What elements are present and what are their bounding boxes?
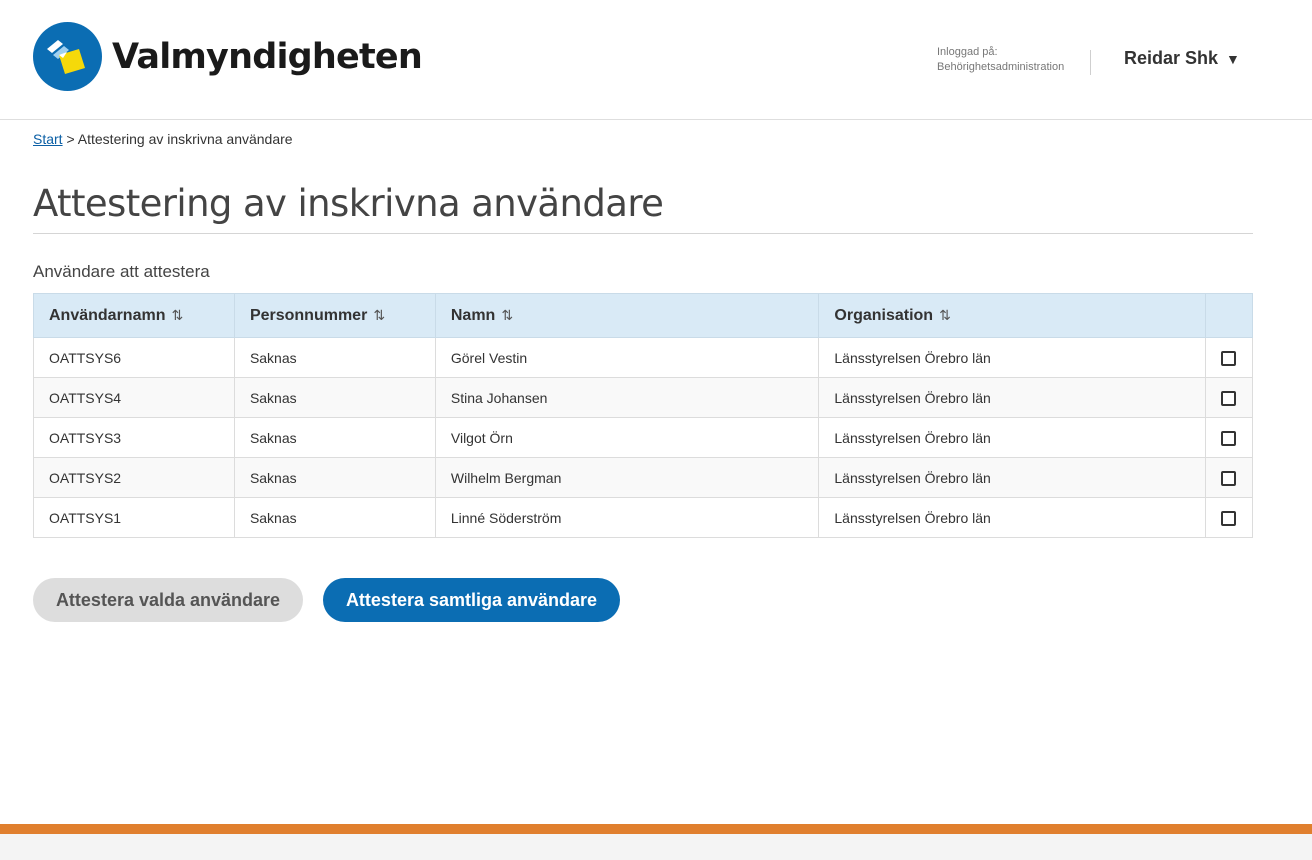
column-header-name[interactable]: Namn ⇅ <box>434 293 820 338</box>
title-divider <box>33 233 1253 234</box>
brand-name: Valmyndigheten <box>112 36 423 77</box>
column-header-username[interactable]: Användarnamn ⇅ <box>33 293 235 338</box>
section-label: Användare att attestera <box>33 262 210 281</box>
breadcrumb: Start > Attestering av inskrivna använda… <box>33 131 293 147</box>
cell-select <box>1204 497 1254 538</box>
row-checkbox[interactable] <box>1221 350 1237 366</box>
sort-icon: ⇅ <box>939 306 951 323</box>
table-row: OATTSYS1 Saknas Linné Söderström Länssty… <box>33 497 1254 538</box>
cell-personnummer: Saknas <box>233 457 436 498</box>
cell-username: OATTSYS6 <box>33 337 235 378</box>
cell-personnummer: Saknas <box>233 377 436 418</box>
table-header-row: Användarnamn ⇅ Personnummer ⇅ Namn ⇅ Organi… <box>33 293 1254 338</box>
attest-all-button[interactable]: Attestera samtliga användare <box>323 578 620 622</box>
cell-select <box>1204 417 1254 458</box>
login-info: Inloggad på: Behörighetsadministration <box>937 45 1064 75</box>
sort-icon: ⇅ <box>373 306 386 323</box>
login-label: Inloggad på: <box>937 46 998 58</box>
breadcrumb-start-link[interactable]: Start <box>33 131 63 147</box>
cell-name: Görel Vestin <box>434 337 820 378</box>
cell-username: OATTSYS2 <box>33 457 235 498</box>
cell-organisation: Länsstyrelsen Örebro län <box>818 457 1206 498</box>
cell-organisation: Länsstyrelsen Örebro län <box>818 337 1206 378</box>
row-checkbox[interactable] <box>1221 470 1237 486</box>
user-name: Reidar Shk <box>1124 48 1219 68</box>
row-checkbox[interactable] <box>1221 510 1237 526</box>
user-menu[interactable]: Reidar Shk ▼ <box>1124 48 1240 69</box>
cell-select <box>1204 337 1254 378</box>
table-row: OATTSYS3 Saknas Vilgot Örn Länsstyrelsen… <box>33 417 1254 458</box>
cell-name: Wilhelm Bergman <box>434 457 820 498</box>
cell-name: Stina Johansen <box>434 377 820 418</box>
cell-select <box>1204 377 1254 418</box>
table-row: OATTSYS4 Saknas Stina Johansen Länsstyre… <box>33 377 1254 418</box>
footer <box>0 834 1312 860</box>
breadcrumb-current: Attestering av inskrivna användare <box>77 131 293 147</box>
row-checkbox[interactable] <box>1221 430 1237 446</box>
footer-accent-bar <box>0 824 1312 834</box>
cell-personnummer: Saknas <box>233 417 436 458</box>
sort-icon: ⇅ <box>501 306 514 323</box>
column-header-select <box>1204 293 1254 338</box>
site-header: Valmyndigheten Inloggad på: Behörighetsa… <box>0 0 1312 120</box>
cell-username: OATTSYS4 <box>33 377 235 418</box>
cell-organisation: Länsstyrelsen Örebro län <box>818 417 1206 458</box>
cell-username: OATTSYS3 <box>33 417 235 458</box>
login-context: Behörighetsadministration <box>937 61 1065 73</box>
users-table: Användarnamn ⇅ Personnummer ⇅ Namn ⇅ Organi… <box>33 293 1254 538</box>
cell-personnummer: Saknas <box>233 337 436 378</box>
attest-selected-button[interactable]: Attestera valda användare <box>33 578 303 622</box>
table-row: OATTSYS6 Saknas Görel Vestin Länsstyrels… <box>33 337 1254 378</box>
cell-name: Vilgot Örn <box>434 417 820 458</box>
column-header-personnummer[interactable]: Personnummer ⇅ <box>233 293 436 338</box>
row-checkbox[interactable] <box>1221 390 1237 406</box>
breadcrumb-separator: > <box>66 131 75 147</box>
sort-icon: ⇅ <box>171 306 184 323</box>
header-divider <box>1090 50 1091 75</box>
cell-personnummer: Saknas <box>233 497 436 538</box>
table-row: OATTSYS2 Saknas Wilhelm Bergman Länsstyr… <box>33 457 1254 498</box>
cell-name: Linné Söderström <box>434 497 820 538</box>
valmyndigheten-logo-icon <box>33 22 102 91</box>
page-title: Attestering av inskrivna användare <box>33 182 664 225</box>
logo[interactable]: Valmyndigheten <box>33 22 423 91</box>
cell-organisation: Länsstyrelsen Örebro län <box>818 377 1206 418</box>
cell-organisation: Länsstyrelsen Örebro län <box>818 497 1206 538</box>
cell-username: OATTSYS1 <box>33 497 235 538</box>
caret-down-icon: ▼ <box>1226 50 1240 67</box>
cell-select <box>1204 457 1254 498</box>
column-header-organisation[interactable]: Organisation ⇅ <box>818 293 1206 338</box>
